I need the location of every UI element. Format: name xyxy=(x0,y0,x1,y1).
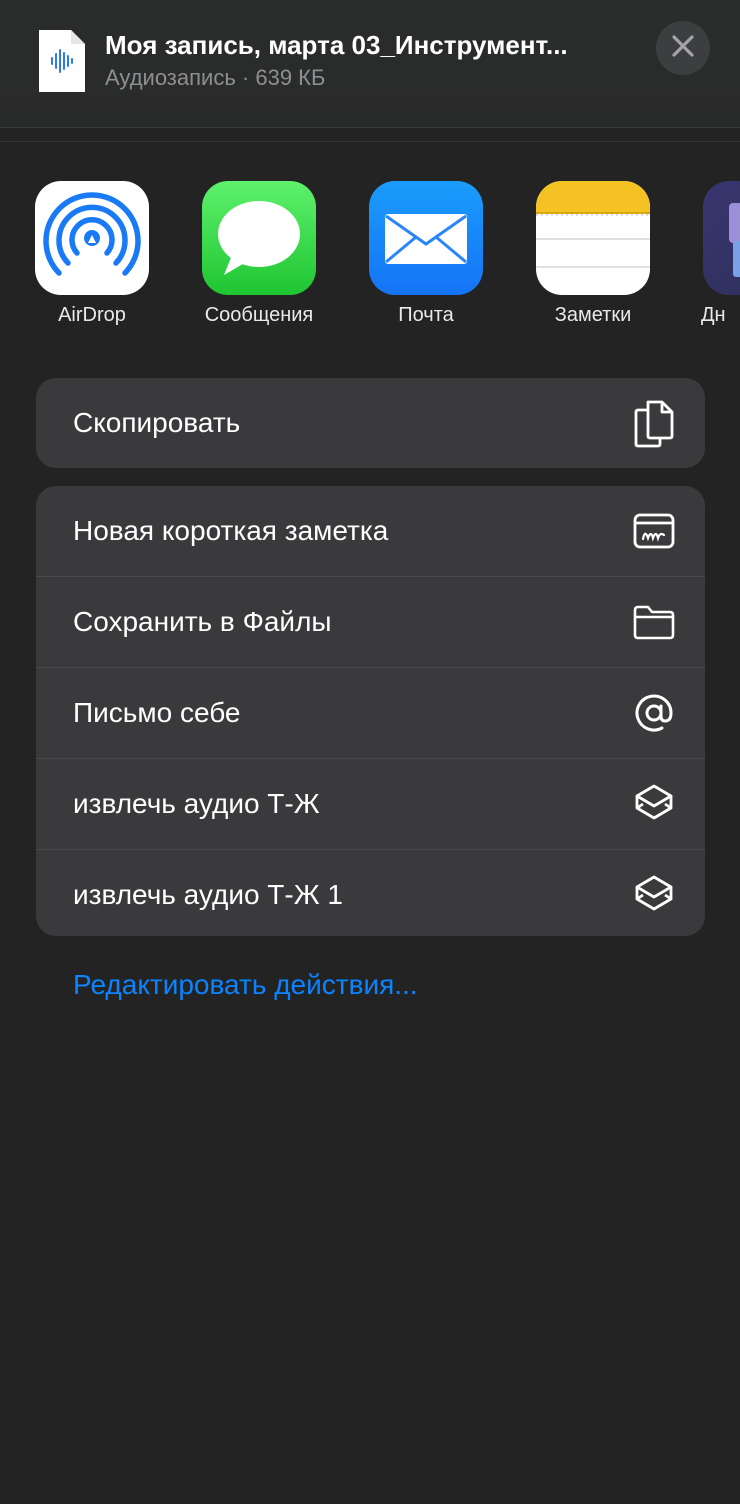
at-icon xyxy=(629,688,679,738)
action-copy[interactable]: Скопировать xyxy=(36,378,705,468)
action-extract-audio[interactable]: извлечь аудио Т-Ж xyxy=(36,759,705,850)
actions-group-main: Новая короткая заметка Сохранить в Файлы… xyxy=(36,486,705,936)
edit-actions-link[interactable]: Редактировать действия... xyxy=(73,965,418,1005)
app-label: Сообщения xyxy=(204,304,314,326)
partial-app-icon xyxy=(703,181,740,295)
mail-icon xyxy=(369,181,483,295)
notes-icon xyxy=(536,181,650,295)
action-extract-audio-1[interactable]: извлечь аудио Т-Ж 1 xyxy=(36,850,705,936)
app-label: Дн xyxy=(701,304,726,326)
audio-file-icon xyxy=(37,28,87,94)
action-label: Письмо себе xyxy=(73,697,241,728)
header-divider xyxy=(0,141,740,142)
action-quick-note[interactable]: Новая короткая заметка xyxy=(36,486,705,577)
app-label: Заметки xyxy=(554,304,632,326)
action-save-to-files[interactable]: Сохранить в Файлы xyxy=(36,577,705,668)
folder-icon xyxy=(629,597,679,647)
file-title: Моя запись, марта 03_Инструмент... xyxy=(105,30,568,60)
app-label: AirDrop xyxy=(58,304,126,326)
quick-note-icon xyxy=(629,506,679,556)
action-label: извлечь аудио Т-Ж xyxy=(73,788,320,819)
action-label: извлечь аудио Т-Ж 1 xyxy=(73,879,343,910)
copy-icon xyxy=(629,398,679,448)
share-apps-row: AirDrop Сообщения Почта Заметки Дн xyxy=(0,180,740,340)
airdrop-icon xyxy=(35,181,149,295)
actions-group-copy: Скопировать xyxy=(36,378,705,468)
messages-icon xyxy=(202,181,316,295)
action-label: Новая короткая заметка xyxy=(73,515,389,546)
app-label: Почта xyxy=(398,304,454,326)
action-mail-to-self[interactable]: Письмо себе xyxy=(36,668,705,759)
shortcuts-icon xyxy=(629,870,679,920)
file-subtitle: Аудиозапись · 639 КБ xyxy=(105,65,326,90)
close-icon xyxy=(671,34,695,63)
action-label: Скопировать xyxy=(73,407,241,438)
app-partial[interactable]: Дн xyxy=(687,180,740,340)
shortcuts-icon xyxy=(629,779,679,829)
share-sheet-header: Моя запись, марта 03_Инструмент... Аудио… xyxy=(0,0,740,128)
close-button[interactable] xyxy=(656,21,710,75)
action-label: Сохранить в Файлы xyxy=(73,606,332,637)
